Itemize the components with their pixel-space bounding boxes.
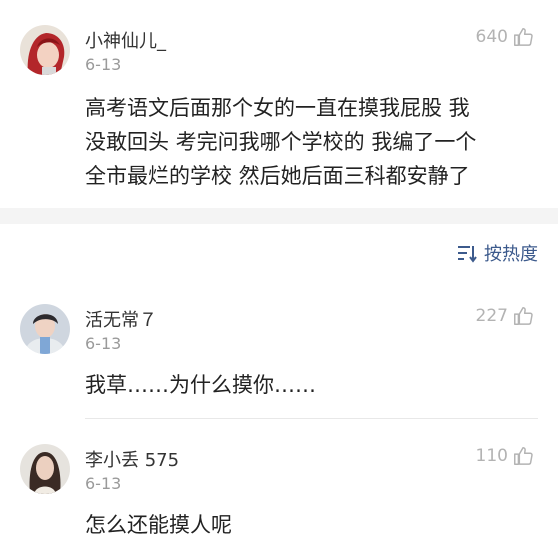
thumbs-up-icon: [514, 28, 533, 46]
comment-text: 高考语文后面那个女的一直在摸我屁股 我 没敢回头 考完问我哪个学校的 我编了一个…: [85, 91, 476, 193]
thumbs-up-icon: [514, 307, 533, 325]
avatar-photo-icon: [20, 444, 70, 494]
username[interactable]: 李小丢 575: [85, 446, 179, 472]
like-button[interactable]: 640: [476, 26, 534, 48]
comment-date: 6-13: [85, 474, 122, 493]
like-button[interactable]: 110: [476, 445, 534, 467]
username[interactable]: 小神仙儿_: [85, 27, 166, 53]
sort-toggle[interactable]: 按热度: [456, 240, 538, 266]
username[interactable]: 活无常７: [85, 306, 157, 332]
like-count: 110: [475, 446, 508, 466]
comment-date: 6-13: [85, 55, 122, 74]
like-button[interactable]: 227: [476, 305, 534, 327]
sort-icon: [458, 246, 477, 263]
thumbs-up-icon: [514, 447, 533, 465]
avatar[interactable]: [20, 444, 70, 494]
comment-date: 6-13: [85, 334, 122, 353]
comment-line: 没敢回头 考完问我哪个学校的 我编了一个: [85, 130, 477, 154]
section-divider: [0, 208, 558, 224]
avatar-photo-icon: [20, 304, 70, 354]
avatar[interactable]: [20, 25, 70, 75]
like-count: 227: [475, 306, 508, 326]
comment-line: 全市最烂的学校 然后她后面三科都安静了: [85, 164, 470, 188]
sort-label: 按热度: [484, 244, 538, 265]
reply-divider: [85, 418, 538, 419]
like-count: 640: [475, 27, 508, 47]
comment-text: 怎么还能摸人呢: [85, 513, 232, 537]
comment-line: 高考语文后面那个女的一直在摸我屁股 我: [85, 96, 470, 120]
avatar[interactable]: [20, 304, 70, 354]
comment-text: 我草……为什么摸你……: [85, 373, 316, 397]
avatar-illustration-icon: [20, 25, 70, 75]
